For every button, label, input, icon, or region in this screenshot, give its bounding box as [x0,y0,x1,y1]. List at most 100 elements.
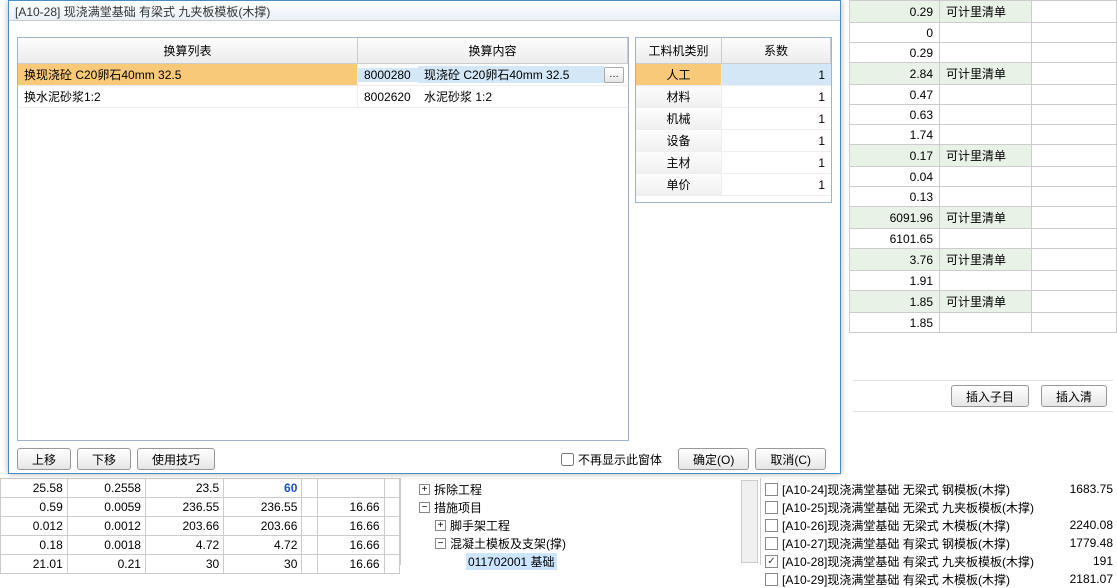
checkbox-icon[interactable] [765,519,778,532]
conversion-row[interactable]: 换水泥砂浆1:28002620水泥砂浆 1:2 [18,86,628,108]
checkbox-icon[interactable] [765,483,778,496]
conversion-name: 换水泥砂浆1:2 [18,86,358,107]
value-row[interactable]: 0.17可计里清单 [850,145,1117,167]
value-row[interactable]: 1.91 [850,271,1117,291]
move-down-button[interactable]: 下移 [77,448,131,470]
conversion-content: 现浇砼 C20卵石40mm 32.5 [418,66,604,83]
value-row[interactable]: 0.29 [850,43,1117,63]
value-row[interactable]: 6101.65 [850,229,1117,249]
table-cell: 0.0012 [67,517,145,536]
value-row[interactable]: 1.85 [850,313,1117,333]
table-cell: 30 [145,555,223,574]
table-cell [302,498,317,517]
move-up-button[interactable]: 上移 [17,448,71,470]
label-cell: 可计里清单 [940,1,1032,23]
coef-row[interactable]: 人工1 [636,64,831,86]
tips-button[interactable]: 使用技巧 [137,448,215,470]
table-cell: 16.66 [317,536,384,555]
template-item[interactable]: [A10-27]现浇满堂基础 有梁式 钢模板(木撑)1779.48 [765,534,1113,552]
value-cell: 6101.65 [850,229,940,249]
ok-button[interactable]: 确定(O) [678,448,749,470]
table-cell: 0.012 [1,517,68,536]
value-row[interactable]: 2.84可计里清单 [850,63,1117,85]
checkbox-icon[interactable] [765,573,778,586]
table-cell [302,555,317,574]
tree-scrollbar[interactable] [741,480,758,563]
coef-row[interactable]: 机械1 [636,108,831,130]
value-row[interactable]: 1.85可计里清单 [850,291,1117,313]
value-row[interactable]: 6091.96可计里清单 [850,207,1117,229]
value-cell: 3.76 [850,249,940,271]
value-row[interactable]: 0.63 [850,105,1117,125]
template-item[interactable]: [A10-26]现浇满堂基础 无梁式 木模板(木撑)2240.08 [765,516,1113,534]
checkbox-icon[interactable] [765,501,778,514]
tree-item[interactable]: 011702001 基础 [405,552,756,570]
checkbox-icon[interactable]: ✓ [765,555,778,568]
cancel-button[interactable]: 取消(C) [755,448,826,470]
value-row[interactable]: 1.74 [850,125,1117,145]
conversion-dialog: [A10-28] 现浇满堂基础 有梁式 九夹板模板(木撑) 换算列表 换算内容 … [8,0,841,474]
table-cell: 4.72 [145,536,223,555]
table-cell: 0.2558 [67,479,145,498]
tree-toggle-icon[interactable]: + [435,520,446,531]
insert-sub-button[interactable]: 插入子目 [951,385,1029,407]
checkbox-icon[interactable] [765,537,778,550]
tree-toggle-icon[interactable]: − [435,538,446,549]
template-item[interactable]: [A10-25]现浇满堂基础 无梁式 九夹板模板(木撑) [765,498,1113,516]
template-item[interactable]: [A10-24]现浇满堂基础 无梁式 钢模板(木撑)1683.75 [765,480,1113,498]
tree-item[interactable]: −混凝土模板及支架(撑) [405,534,756,552]
tree-item[interactable]: −措施项目 [405,498,756,516]
value-row[interactable]: 0.04 [850,167,1117,187]
dont-show-label: 不再显示此窗体 [578,451,662,468]
value-cell: 0.29 [850,43,940,63]
table-cell: 16.66 [317,498,384,517]
coef-row[interactable]: 设备1 [636,130,831,152]
value-cell: 2.84 [850,63,940,85]
table-cell: 0.18 [1,536,68,555]
conversion-row[interactable]: 换现浇砼 C20卵石40mm 32.58000280现浇砼 C20卵石40mm … [18,64,628,86]
table-row[interactable]: 21.010.21303016.66 [1,555,400,574]
value-cell: 0.04 [850,167,940,187]
template-value: 1683.75 [1070,482,1113,496]
tree-toggle-icon[interactable]: − [419,502,430,513]
table-cell: 16.66 [317,555,384,574]
template-item[interactable]: [A10-29]现浇满堂基础 有梁式 木模板(木撑)2181.07 [765,570,1113,588]
conversion-list-grid[interactable]: 换算列表 换算内容 换现浇砼 C20卵石40mm 32.58000280现浇砼 … [17,37,629,441]
table-row[interactable]: 0.180.00184.724.7216.66 [1,536,400,555]
value-cell: 0 [850,23,940,43]
value-row[interactable]: 3.76可计里清单 [850,249,1117,271]
coef-row[interactable]: 材料1 [636,86,831,108]
coef-type: 单价 [636,174,722,195]
table-row[interactable]: 0.0120.0012203.66203.6616.66 [1,517,400,536]
value-row[interactable]: 0.47 [850,85,1117,105]
insert-list-button[interactable]: 插入清 [1041,385,1107,407]
table-cell: 0.21 [67,555,145,574]
tree-item[interactable]: +拆除工程 [405,480,756,498]
labor-material-grid[interactable]: 工料机类别 系数 人工1材料1机械1设备1主材1单价1 [635,37,832,203]
value-row[interactable]: 0.13 [850,187,1117,207]
tree-toggle-icon[interactable]: + [419,484,430,495]
value-row[interactable]: 0 [850,23,1117,43]
more-button[interactable]: … [604,67,624,83]
value-cell: 0.63 [850,105,940,125]
template-list[interactable]: [A10-24]现浇满堂基础 无梁式 钢模板(木撑)1683.75[A10-25… [760,478,1117,565]
table-cell [384,517,399,536]
project-tree[interactable]: +拆除工程−措施项目+脚手架工程−混凝土模板及支架(撑)011702001 基础 [400,478,760,565]
value-row[interactable]: 0.29可计里清单 [850,1,1117,23]
table-row[interactable]: 25.580.255823.560 [1,479,400,498]
coef-row[interactable]: 单价1 [636,174,831,196]
table-cell [384,498,399,517]
coef-row[interactable]: 主材1 [636,152,831,174]
template-label: [A10-27]现浇满堂基础 有梁式 钢模板(木撑) [782,535,1010,552]
table-row[interactable]: 0.590.0059236.55236.5516.66 [1,498,400,517]
tree-item[interactable]: +脚手架工程 [405,516,756,534]
lower-panel: 25.580.255823.5600.590.0059236.55236.551… [0,478,1117,565]
coef-value: 1 [722,68,831,82]
template-label: [A10-29]现浇满堂基础 有梁式 木模板(木撑) [782,571,1010,588]
table-cell: 236.55 [145,498,223,517]
dont-show-checkbox[interactable] [561,453,574,466]
quantity-grid: 25.580.255823.5600.590.0059236.55236.551… [0,478,400,565]
label-cell [940,167,1032,187]
label-cell: 可计里清单 [940,145,1032,167]
template-item[interactable]: ✓[A10-28]现浇满堂基础 有梁式 九夹板模板(木撑)191 [765,552,1113,570]
